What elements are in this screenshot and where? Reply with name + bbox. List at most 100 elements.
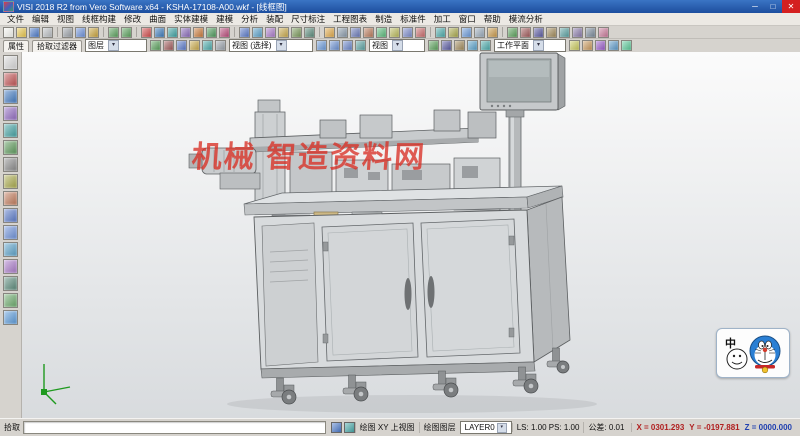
view-top-icon[interactable] [316,40,327,51]
wp-yz-icon[interactable] [595,40,606,51]
menu-item-帮助[interactable]: 帮助 [480,13,505,25]
grid-toggle-icon[interactable] [344,422,355,433]
view-iso-icon[interactable] [355,40,366,51]
refresh-icon[interactable] [202,40,213,51]
zoom-window-icon[interactable] [428,40,439,51]
wp-xy-icon[interactable] [569,40,580,51]
dimension-tool-icon[interactable] [3,174,18,189]
layer-combo[interactable]: 图层▾ [85,39,147,52]
shade-icon[interactable] [572,27,583,38]
menu-item-尺寸标注[interactable]: 尺寸标注 [287,13,329,25]
menu-item-工程图表[interactable]: 工程图表 [329,13,371,25]
move-tool-icon[interactable] [3,208,18,223]
workplane-combo[interactable]: 工作平面▾ [494,39,566,52]
paste-icon[interactable] [88,27,99,38]
layers-icon[interactable] [461,27,472,38]
select-icon[interactable] [3,55,18,70]
layer-new-icon[interactable] [176,40,187,51]
arc-tool-icon[interactable] [3,106,18,121]
new-file-icon[interactable] [3,27,14,38]
polyline-icon[interactable] [206,27,217,38]
view-combo[interactable]: 视图▾ [369,39,425,52]
move-icon[interactable] [239,27,250,38]
group-icon[interactable] [3,293,18,308]
mirror-tool-icon[interactable] [3,259,18,274]
rotate-icon[interactable] [252,27,263,38]
menu-item-视图[interactable]: 视图 [53,13,78,25]
offset-icon[interactable] [304,27,315,38]
pan-icon[interactable] [546,27,557,38]
layer-off-icon[interactable] [163,40,174,51]
line-tool-icon[interactable] [3,89,18,104]
refresh-view-icon[interactable] [480,40,491,51]
rotate-view-icon[interactable] [467,40,478,51]
extrude-icon[interactable] [350,27,361,38]
chamfer-icon[interactable] [402,27,413,38]
grid-icon[interactable] [474,27,485,38]
close-button[interactable]: ✕ [782,0,800,13]
menu-item-建模[interactable]: 建模 [212,13,237,25]
measure-icon[interactable] [435,27,446,38]
wireframe-icon[interactable] [585,27,596,38]
menu-item-装配[interactable]: 装配 [262,13,287,25]
zoom-out-icon[interactable] [520,27,531,38]
wp-normal-icon[interactable] [621,40,632,51]
menu-item-实体建模[interactable]: 实体建模 [170,13,212,25]
copy-icon[interactable] [75,27,86,38]
wp-xz-icon[interactable] [582,40,593,51]
point-tool-icon[interactable] [3,72,18,87]
menu-item-编辑[interactable]: 编辑 [28,13,53,25]
menu-item-模流分析[interactable]: 模流分析 [505,13,547,25]
trim-icon[interactable] [291,27,302,38]
menu-item-加工[interactable]: 加工 [430,13,455,25]
rectangle-icon[interactable] [193,27,204,38]
arc-icon[interactable] [180,27,191,38]
view-side-icon[interactable] [342,40,353,51]
menu-item-线框构建[interactable]: 线框构建 [78,13,120,25]
layer-filter-icon[interactable] [189,40,200,51]
point-icon[interactable] [141,27,152,38]
undo-icon[interactable] [108,27,119,38]
menu-item-修改[interactable]: 修改 [120,13,145,25]
text-tool-icon[interactable] [3,157,18,172]
menu-item-曲面[interactable]: 曲面 [145,13,170,25]
curve-tool-icon[interactable] [3,140,18,155]
minimize-button[interactable]: ─ [746,0,764,13]
info-icon[interactable] [3,310,18,325]
shell-icon[interactable] [415,27,426,38]
redo-icon[interactable] [121,27,132,38]
snap-icon[interactable] [487,27,498,38]
menu-item-窗口[interactable]: 窗口 [455,13,480,25]
sweep-icon[interactable] [376,27,387,38]
rotate-tool-icon[interactable] [3,242,18,257]
fillet-icon[interactable] [389,27,400,38]
save-icon[interactable] [29,27,40,38]
mirror-icon[interactable] [265,27,276,38]
menu-item-文件[interactable]: 文件 [3,13,28,25]
view-select-combo[interactable]: 视图 (选择)▾ [229,39,313,52]
layer-status-combo[interactable]: LAYER0▾ [460,421,512,434]
erase-tool-icon[interactable] [3,191,18,206]
snap-toggle-icon[interactable] [331,422,342,433]
dimension-icon[interactable] [448,27,459,38]
settings-icon[interactable] [215,40,226,51]
command-input[interactable] [23,421,326,434]
pick-filter-tab[interactable]: 拾取过滤器 [32,40,82,52]
circle-tool-icon[interactable] [3,123,18,138]
menu-item-制造[interactable]: 制造 [371,13,396,25]
render-icon[interactable] [598,27,609,38]
line-icon[interactable] [154,27,165,38]
spline-icon[interactable] [219,27,230,38]
view-rotate-icon[interactable] [559,27,570,38]
properties-tab[interactable]: 属性 [3,40,29,52]
zoom-in-icon[interactable] [507,27,518,38]
layer-on-icon[interactable] [150,40,161,51]
print-icon[interactable] [42,27,53,38]
wp-3points-icon[interactable] [608,40,619,51]
open-icon[interactable] [16,27,27,38]
maximize-button[interactable]: □ [764,0,782,13]
cut-icon[interactable] [62,27,73,38]
revolve-icon[interactable] [363,27,374,38]
solid-icon[interactable] [337,27,348,38]
scale-icon[interactable] [278,27,289,38]
